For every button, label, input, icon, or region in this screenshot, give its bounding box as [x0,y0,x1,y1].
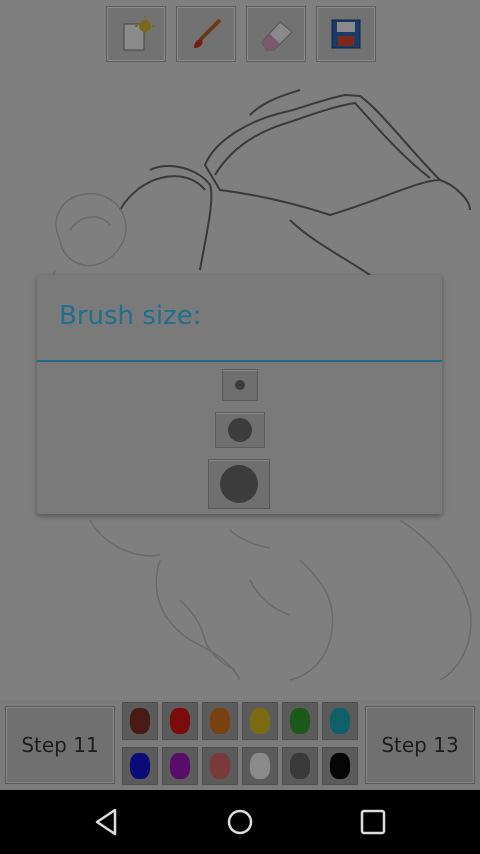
color-swatch[interactable] [202,702,238,740]
paint-blob-icon [290,708,310,734]
large-dot-icon [220,465,258,503]
previous-step-button[interactable]: Step 11 [5,706,115,784]
color-swatch[interactable] [322,702,358,740]
color-swatch[interactable] [202,747,238,785]
dialog-divider [37,360,442,362]
color-swatch[interactable] [282,747,318,785]
paint-blob-icon [130,708,150,734]
next-step-button[interactable]: Step 13 [365,706,475,784]
brush-size-dialog: Brush size: [37,275,442,514]
paint-blob-icon [210,753,230,779]
color-swatch[interactable] [322,747,358,785]
paint-blob-icon [250,753,270,779]
home-icon[interactable] [220,802,260,842]
brush-size-medium-button[interactable] [215,412,265,448]
color-swatch[interactable] [122,747,158,785]
brush-size-small-button[interactable] [222,369,258,401]
paint-blob-icon [330,708,350,734]
paint-blob-icon [210,708,230,734]
color-swatch[interactable] [242,702,278,740]
bottom-bar: Step 11 Step 13 [0,700,480,790]
paint-blob-icon [170,753,190,779]
back-icon[interactable] [87,802,127,842]
dialog-header: Brush size: [37,275,442,360]
system-navigation-bar [0,790,480,854]
small-dot-icon [235,380,245,390]
color-swatch[interactable] [282,702,318,740]
color-swatch[interactable] [162,702,198,740]
paint-blob-icon [170,708,190,734]
medium-dot-icon [228,418,252,442]
color-swatch[interactable] [242,747,278,785]
paint-blob-icon [130,753,150,779]
color-swatch[interactable] [122,702,158,740]
paint-blob-icon [330,753,350,779]
dialog-title: Brush size: [59,301,202,331]
paint-blob-icon [290,753,310,779]
brush-size-large-button[interactable] [208,459,270,509]
recents-icon[interactable] [353,802,393,842]
color-swatch[interactable] [162,747,198,785]
paint-blob-icon [250,708,270,734]
